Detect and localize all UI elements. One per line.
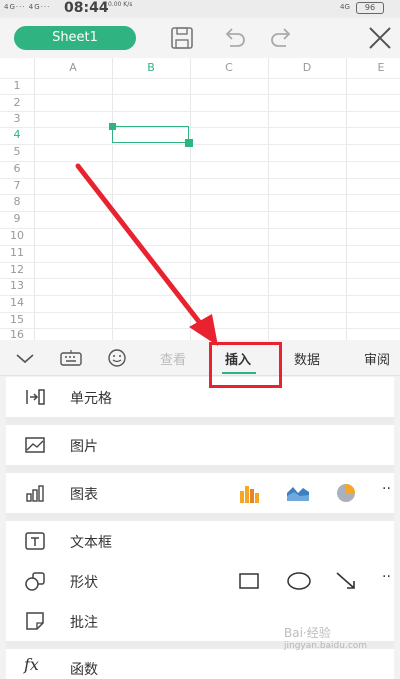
watermark: Bai·经验 jingyan.baidu.com [284,626,368,651]
annotation-arrow [75,163,218,346]
